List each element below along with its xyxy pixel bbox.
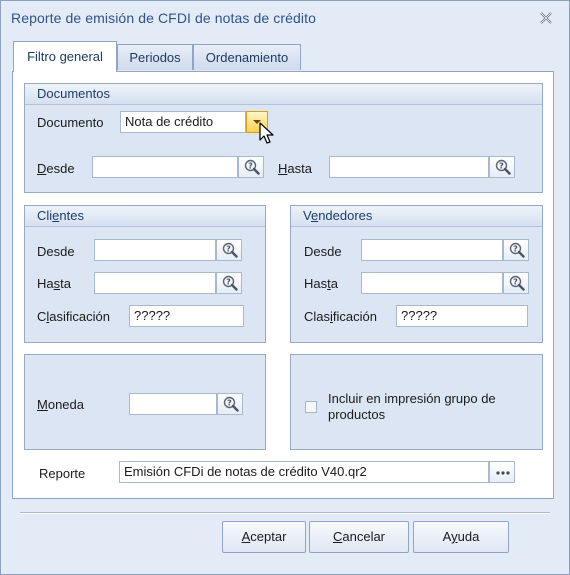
documentos-title: Documentos (37, 86, 110, 101)
magnifier-question-icon: ? (495, 159, 511, 175)
reporte-label: Reporte (39, 466, 86, 481)
magnifier-question-icon: ? (222, 242, 238, 258)
clientes-hasta-lookup-button[interactable]: ? (216, 272, 242, 294)
svg-text:?: ? (499, 162, 504, 171)
clientes-header: Clientes (25, 206, 265, 227)
aceptar-button[interactable]: Aceptar (222, 521, 306, 553)
clientes-group: Clientes Desde ? Hasta ? Clasificación ?… (24, 205, 266, 343)
documentos-hasta-lookup-button[interactable]: ? (489, 156, 515, 178)
clientes-title: Clientes (37, 208, 84, 223)
incluir-label-line1: Incluir en impresión grupo de (328, 391, 496, 406)
vendedores-clasificacion-input[interactable]: ????? (396, 305, 528, 327)
reporte-value: Emisión CFDi de notas de crédito V40.qr2 (124, 464, 367, 479)
moneda-label: Moneda (37, 397, 84, 412)
window-title: Reporte de emisión de CFDI de notas de c… (11, 10, 316, 26)
vendedores-hasta-lookup-button[interactable]: ? (503, 272, 529, 294)
tab-panel-filtro-general: Documentos Documento Nota de crédito Des… (12, 71, 554, 499)
documentos-hasta-label: Hasta (278, 161, 312, 176)
documento-select[interactable]: Nota de crédito (120, 111, 246, 133)
documentos-desde-input[interactable] (92, 156, 238, 178)
clientes-clasificacion-input[interactable]: ????? (129, 305, 244, 327)
title-bar: Reporte de emisión de CFDI de notas de c… (1, 1, 569, 35)
clientes-desde-input[interactable] (94, 239, 216, 261)
clientes-hasta-input[interactable] (94, 272, 216, 294)
incluir-group: Incluir en impresión grupo de productos (290, 354, 543, 450)
moneda-group: Moneda ? (24, 354, 266, 450)
moneda-input[interactable] (129, 393, 217, 415)
magnifier-question-icon: ? (509, 242, 525, 258)
vendedores-desde-label: Desde (304, 244, 342, 259)
vendedores-group: Vendedores Desde ? Hasta ? Clasificación… (290, 205, 543, 343)
incluir-label-line2: productos (328, 407, 386, 422)
vendedores-desde-lookup-button[interactable]: ? (503, 239, 529, 261)
report-dialog: Reporte de emisión de CFDI de notas de c… (0, 0, 570, 575)
clientes-desde-label: Desde (37, 244, 75, 259)
documento-value: Nota de crédito (125, 114, 214, 129)
mouse-pointer-icon (259, 122, 274, 144)
svg-text:?: ? (226, 245, 231, 254)
svg-text:?: ? (513, 245, 518, 254)
tab-filtro-general[interactable]: Filtro general (13, 41, 117, 72)
vendedores-clasificacion-label: Clasificación (304, 309, 377, 324)
reporte-browse-button[interactable] (489, 461, 515, 483)
vendedores-header: Vendedores (291, 206, 542, 227)
incluir-grupo-productos-checkbox[interactable] (305, 401, 317, 413)
vendedores-hasta-input[interactable] (361, 272, 503, 294)
svg-text:?: ? (248, 162, 253, 171)
magnifier-question-icon: ? (223, 396, 239, 412)
ayuda-button[interactable]: Ayuda (413, 521, 509, 553)
vendedores-desde-input[interactable] (361, 239, 503, 261)
moneda-lookup-button[interactable]: ? (217, 393, 243, 415)
svg-text:?: ? (513, 278, 518, 287)
documentos-desde-lookup-button[interactable]: ? (238, 156, 264, 178)
clientes-clasificacion-label: Clasificación (37, 309, 110, 324)
magnifier-question-icon: ? (509, 275, 525, 291)
documentos-group: Documentos Documento Nota de crédito Des… (24, 83, 543, 193)
magnifier-question-icon: ? (244, 159, 260, 175)
documento-label: Documento (37, 115, 104, 130)
footer-separator (20, 512, 550, 514)
documentos-header: Documentos (25, 84, 542, 105)
vendedores-hasta-label: Hasta (304, 276, 338, 291)
clientes-hasta-label: Hasta (37, 276, 71, 291)
svg-text:?: ? (227, 399, 232, 408)
ellipsis-icon (496, 471, 510, 475)
documentos-desde-label: Desde (37, 161, 75, 176)
documentos-hasta-input[interactable] (329, 156, 489, 178)
svg-text:?: ? (226, 278, 231, 287)
clientes-desde-lookup-button[interactable]: ? (216, 239, 242, 261)
tab-periodos[interactable]: Periodos (117, 44, 193, 70)
close-icon[interactable] (537, 9, 555, 27)
magnifier-question-icon: ? (222, 275, 238, 291)
cancelar-button[interactable]: Cancelar (309, 521, 409, 553)
reporte-input[interactable]: Emisión CFDi de notas de crédito V40.qr2 (119, 461, 489, 483)
vendedores-title: Vendedores (303, 208, 373, 223)
tab-ordenamiento[interactable]: Ordenamiento (193, 44, 301, 70)
